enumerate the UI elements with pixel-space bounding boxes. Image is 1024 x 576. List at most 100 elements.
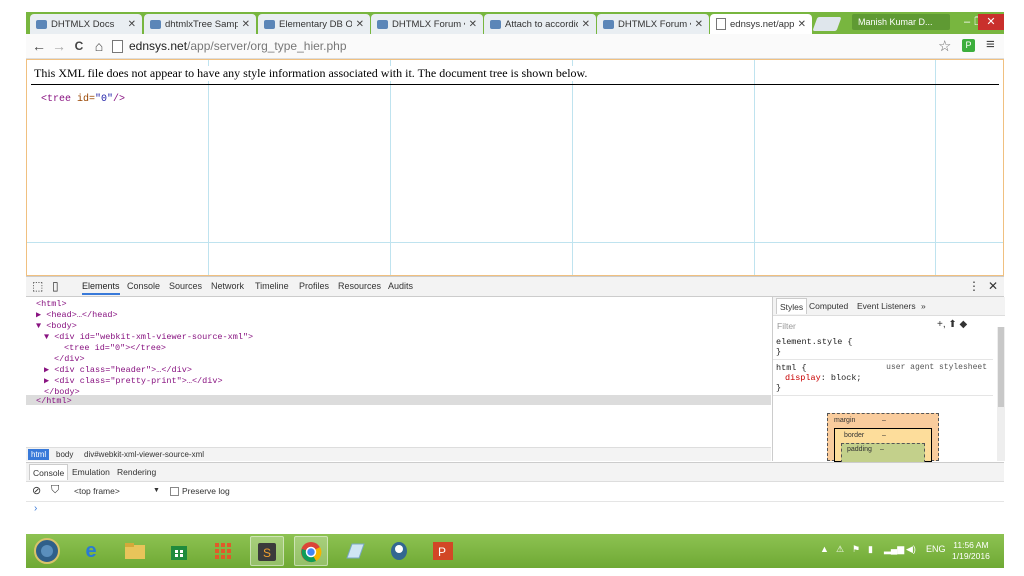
bookmark-star-icon[interactable]: ☆ — [938, 37, 951, 55]
tab-computed[interactable]: Computed — [809, 301, 848, 311]
reload-button[interactable]: C — [70, 37, 88, 55]
drawer-tab-console[interactable]: Console — [29, 464, 69, 480]
tab-elements[interactable]: Elements — [82, 281, 120, 295]
tab-dhtmlx-docs[interactable]: DHTMLX Docs ✕ — [30, 14, 142, 34]
internet-explorer-icon[interactable]: e — [74, 536, 108, 566]
preserve-log-checkbox[interactable]: Preserve log — [170, 486, 230, 497]
dhtmlx-icon — [264, 19, 275, 29]
menu-icon[interactable]: ≡ — [986, 36, 995, 53]
tab-dhtmlxtree-sample[interactable]: dhtmlxTree Sample ✕ — [144, 14, 256, 34]
close-window-button[interactable]: ✕ — [978, 14, 1004, 30]
tab-audits[interactable]: Audits — [388, 281, 413, 291]
notes-app-icon[interactable] — [338, 536, 372, 566]
close-icon[interactable]: ✕ — [695, 19, 703, 30]
tree-node-selected[interactable]: </html> — [36, 396, 72, 406]
guide-line — [572, 60, 573, 275]
address-bar[interactable]: ednsys.net/app/server/org_type_hier.php — [112, 37, 962, 55]
new-tab-button[interactable] — [812, 17, 842, 31]
tab-profiles[interactable]: Profiles — [299, 281, 329, 291]
close-icon[interactable]: ✕ — [356, 19, 364, 30]
tab-elementary-db[interactable]: Elementary DB Ope ✕ — [258, 14, 370, 34]
tab-dhtmlx-forum-2[interactable]: DHTMLX Forum • F ✕ — [597, 14, 709, 34]
chrome-icon[interactable] — [294, 536, 328, 566]
close-icon[interactable]: ✕ — [128, 19, 136, 30]
tree-node[interactable]: ▶ <div class="header">…</div> — [44, 365, 192, 375]
guide-line — [935, 60, 936, 275]
user-profile-badge[interactable]: Manish Kumar D... — [852, 14, 950, 30]
tab-dhtmlx-forum-1[interactable]: DHTMLX Forum • d ✕ — [371, 14, 483, 34]
drawer-tab-rendering[interactable]: Rendering — [117, 467, 156, 477]
store-icon[interactable] — [162, 536, 196, 566]
styles-pane: Styles Computed Event Listeners » Filter… — [772, 297, 1005, 463]
right-margin — [1004, 0, 1024, 576]
new-style-rule-icon[interactable]: +, ⬆ ◆ — [937, 319, 967, 330]
powerpoint-icon[interactable]: P — [426, 536, 460, 566]
tree-node[interactable]: ▶ <div class="pretty-print">…</div> — [44, 376, 223, 386]
extension-icon[interactable]: P — [962, 39, 975, 52]
apps-grid-icon[interactable] — [206, 536, 240, 566]
back-button[interactable]: ← — [30, 37, 48, 55]
action-center-icon[interactable]: ⚑ — [852, 544, 860, 555]
frame-selector[interactable]: <top frame> — [74, 486, 120, 496]
tab-event-listeners[interactable]: Event Listeners — [857, 301, 916, 311]
chevron-down-icon[interactable]: ▼ — [153, 487, 160, 494]
more-options-icon[interactable]: ⋮ — [968, 279, 980, 293]
filter-icon[interactable]: ⛉ — [51, 484, 59, 497]
tab-timeline[interactable]: Timeline — [255, 281, 289, 291]
device-mode-icon[interactable]: ▯ — [52, 279, 59, 293]
language-indicator[interactable]: ENG — [926, 544, 946, 554]
close-icon[interactable]: ✕ — [242, 19, 250, 30]
styles-filter-input[interactable]: Filter — [777, 321, 796, 331]
crumb-div[interactable]: div#webkit-xml-viewer-source-xml — [84, 450, 204, 459]
tree-node[interactable]: ▶ <head>…</head> — [36, 310, 118, 320]
console-prompt[interactable]: › — [34, 503, 37, 514]
element-style-rule: element.style { } — [773, 337, 993, 360]
tab-styles[interactable]: Styles — [776, 298, 808, 314]
drawer-tabs: Console Emulation Rendering — [26, 462, 1004, 482]
guide-line — [27, 242, 1003, 243]
tree-node[interactable]: <tree id="0"></tree> — [64, 343, 166, 353]
devtools-panel: ⬚ ▯ Elements Console Sources Network Tim… — [26, 276, 1005, 535]
close-devtools-icon[interactable]: ✕ — [988, 279, 998, 293]
home-button[interactable]: ⌂ — [90, 37, 108, 55]
tab-ednsys-active[interactable]: ednsys.net/app/ser ✕ — [710, 14, 812, 34]
network-icon[interactable]: ▮ — [868, 544, 873, 555]
checkbox[interactable] — [170, 487, 179, 497]
inspect-element-icon[interactable]: ⬚ — [32, 279, 43, 293]
tab-resources[interactable]: Resources — [338, 281, 381, 291]
sublime-text-icon[interactable]: S — [250, 536, 284, 566]
file-explorer-icon[interactable] — [118, 536, 152, 566]
show-hidden-icons-icon[interactable]: ▲ — [820, 544, 829, 554]
crumb-body[interactable]: body — [56, 450, 73, 459]
tab-network[interactable]: Network — [211, 281, 244, 291]
start-button[interactable] — [30, 536, 64, 566]
page-viewport: This XML file does not appear to have an… — [26, 59, 1004, 276]
forward-button[interactable]: → — [50, 37, 68, 55]
dhx-icon — [150, 19, 161, 29]
system-clock[interactable]: 11:56 AM 1/19/2016 — [952, 540, 990, 562]
left-margin — [0, 0, 26, 576]
tree-node[interactable]: ▼ <div id="webkit-xml-viewer-source-xml"… — [44, 332, 253, 342]
signal-icon[interactable]: ▂▄▆ — [884, 544, 904, 555]
pgadmin-icon[interactable] — [382, 536, 416, 566]
close-icon[interactable]: ✕ — [798, 19, 806, 30]
drawer-tab-emulation[interactable]: Emulation — [72, 467, 110, 477]
more-tabs-icon[interactable]: » — [921, 301, 926, 311]
close-icon[interactable]: ✕ — [469, 19, 477, 30]
antivirus-icon[interactable]: ⚠ — [836, 544, 844, 555]
clear-console-icon[interactable]: ⊘ — [32, 484, 41, 497]
tree-node[interactable]: ▼ <body> — [36, 321, 77, 331]
tab-attach-accordion[interactable]: Attach to accordio ✕ — [484, 14, 596, 34]
elements-tree: <html> ▶ <head>…</head> ▼ <body> ▼ <div … — [26, 297, 771, 447]
styles-scrollbar[interactable] — [997, 327, 1005, 461]
tree-node[interactable]: <html> — [36, 299, 67, 309]
box-model-diagram: margin – border – padding – — [827, 413, 939, 463]
tab-console[interactable]: Console — [127, 281, 160, 291]
tree-node[interactable]: </div> — [54, 354, 85, 364]
scrollbar-thumb[interactable] — [998, 327, 1004, 407]
windows-taskbar: e S P ▲ ⚠ ⚑ ▮ ▂▄▆ ◀) ENG 11:56 AM 1/19/2… — [26, 534, 1004, 568]
volume-icon[interactable]: ◀) — [906, 544, 916, 555]
close-icon[interactable]: ✕ — [582, 19, 590, 30]
crumb-html[interactable]: html — [28, 449, 50, 460]
tab-sources[interactable]: Sources — [169, 281, 202, 291]
